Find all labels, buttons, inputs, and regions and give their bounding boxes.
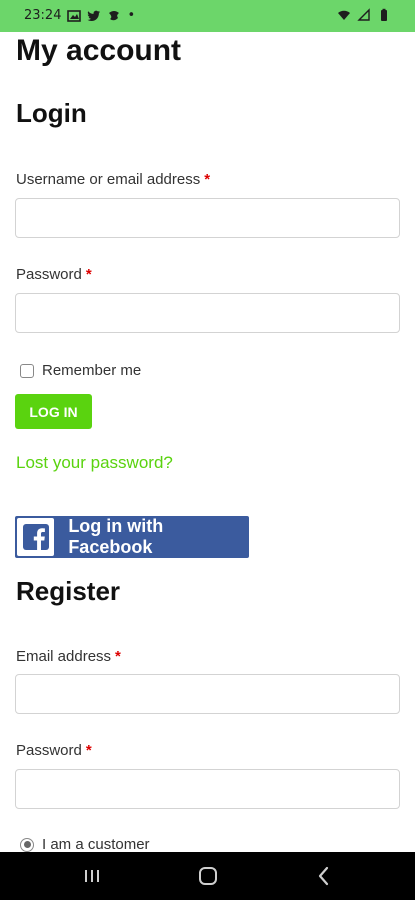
page-title: My account [16, 34, 182, 67]
password-label: Password * [16, 266, 92, 283]
facebook-login-button[interactable]: Log in with Facebook [15, 516, 249, 558]
battery-icon [377, 8, 391, 22]
twitter-icon [87, 9, 101, 23]
register-heading: Register [16, 576, 121, 606]
register-email-label: Email address * [16, 648, 121, 665]
signal-icon [357, 8, 371, 22]
username-label: Username or email address * [16, 171, 210, 188]
remember-me-label: Remember me [42, 362, 142, 379]
home-icon[interactable] [196, 864, 220, 888]
status-bar: 23:24 • [0, 0, 415, 32]
required-mark: * [85, 742, 92, 759]
password-input[interactable] [15, 293, 400, 333]
main-content: My account Login Username or email addre… [0, 32, 415, 852]
required-mark: * [85, 266, 92, 283]
username-input[interactable] [15, 198, 400, 238]
wifi-icon [337, 8, 351, 22]
recent-apps-icon[interactable] [80, 864, 104, 888]
status-bar-right [337, 8, 391, 22]
gallery-icon [67, 9, 82, 23]
username-label-text: Username or email address [16, 171, 201, 188]
required-mark: * [204, 171, 211, 188]
facebook-icon [17, 518, 55, 556]
remember-me-row[interactable]: Remember me [20, 362, 141, 379]
customer-radio[interactable] [20, 837, 34, 852]
remember-me-checkbox[interactable] [20, 363, 34, 378]
register-email-label-text: Email address [16, 648, 112, 665]
clock: 23:24 [24, 8, 62, 23]
app-icon [107, 9, 121, 23]
login-button[interactable]: LOG IN [15, 394, 92, 429]
notification-dot: • [127, 8, 136, 23]
status-bar-left: 23:24 • [24, 8, 135, 23]
register-password-input[interactable] [15, 769, 400, 809]
facebook-login-label: Log in with Facebook [68, 516, 164, 557]
lost-password-link[interactable]: Lost your password? [16, 453, 173, 473]
customer-radio-row[interactable]: I am a customer [20, 836, 150, 852]
register-password-label-text: Password [16, 742, 82, 759]
register-password-label: Password * [16, 742, 92, 759]
back-icon[interactable] [312, 864, 336, 888]
required-mark: * [115, 648, 121, 665]
login-heading: Login [16, 98, 87, 128]
customer-radio-label: I am a customer [42, 836, 150, 852]
navigation-bar [0, 852, 415, 900]
register-email-input[interactable] [15, 674, 400, 714]
password-label-text: Password [16, 266, 82, 283]
